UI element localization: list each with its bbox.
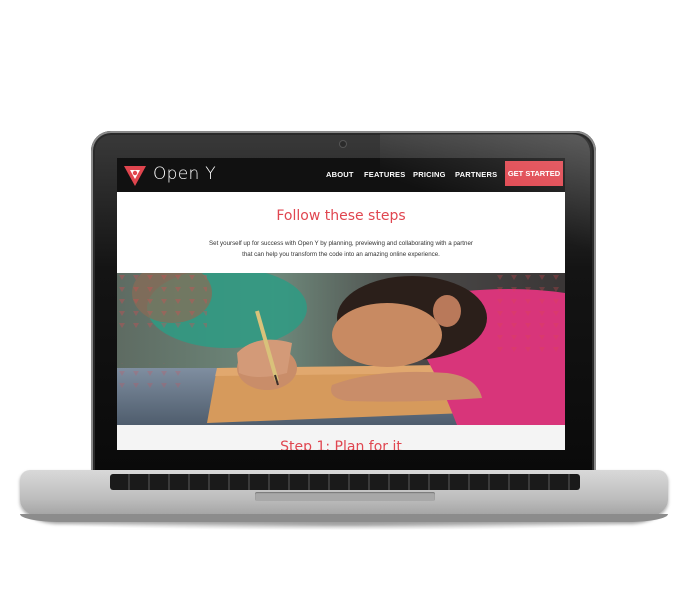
- hero-description-line-1: Set yourself up for success with Open Y …: [209, 240, 473, 247]
- nav-about[interactable]: ABOUT: [326, 170, 354, 179]
- nav-partners[interactable]: PARTNERS: [455, 170, 497, 179]
- step-title: Step 1: Plan for it: [280, 439, 402, 450]
- site-header: Open Y ABOUT FEATURES PRICING PARTNERS G…: [117, 158, 565, 192]
- brand-name[interactable]: Open Y: [153, 164, 216, 184]
- hero-photo: [117, 273, 565, 425]
- nav-pricing[interactable]: PRICING: [413, 170, 446, 179]
- page-title: Follow these steps: [276, 208, 406, 224]
- laptop-keyboard: [110, 474, 580, 490]
- laptop-screen: Open Y ABOUT FEATURES PRICING PARTNERS G…: [117, 158, 565, 450]
- open-y-logo-icon[interactable]: [121, 161, 149, 189]
- nav-features[interactable]: FEATURES: [364, 170, 405, 179]
- webcam-icon: [340, 141, 346, 147]
- laptop-touchpad: [255, 492, 435, 501]
- get-started-button[interactable]: GET STARTED: [505, 161, 563, 186]
- hero-description-line-2: that can help you transform the code int…: [242, 251, 440, 258]
- laptop-base-front: [20, 514, 668, 522]
- hero-description: Set yourself up for success with Open Y …: [177, 238, 505, 260]
